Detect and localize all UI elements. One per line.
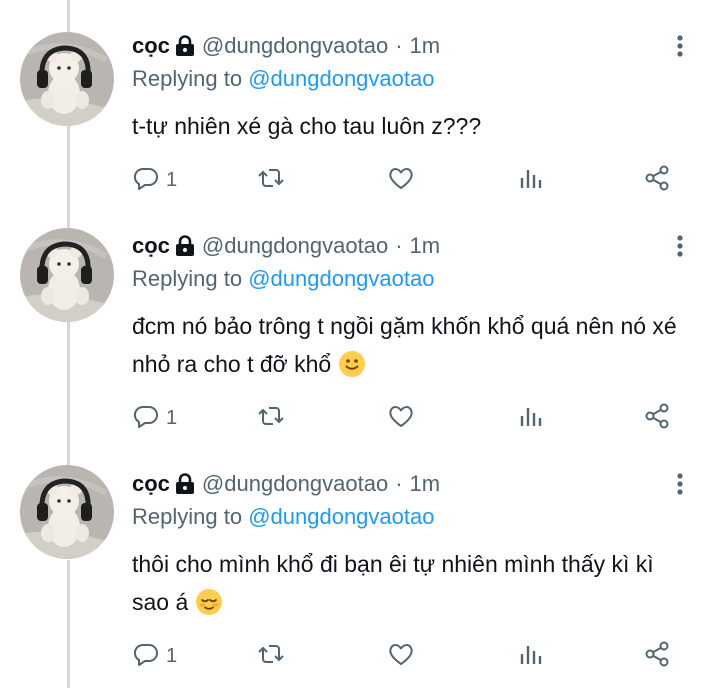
replying-to: Replying to @dungdongvaotao xyxy=(132,504,434,530)
reply-count: 1 xyxy=(166,644,178,667)
display-name[interactable]: cọc xyxy=(132,471,170,497)
retweet-icon xyxy=(257,640,285,673)
separator-dot: · xyxy=(395,471,403,496)
like-button[interactable] xyxy=(387,641,415,671)
retweet-button[interactable] xyxy=(257,641,285,671)
relieved-face-icon xyxy=(195,588,223,616)
tweet-text: thôi cho mình khổ đi bạn êi tự nhiên mìn… xyxy=(132,545,677,621)
lock-icon xyxy=(174,473,196,495)
share-icon xyxy=(643,640,671,673)
avatar[interactable] xyxy=(20,465,114,559)
replying-to-handle[interactable]: @dungdongvaotao xyxy=(248,504,434,529)
timestamp[interactable]: 1m xyxy=(410,471,441,497)
tweet[interactable]: cọc @dungdongvaotao · 1m Replying to @du… xyxy=(0,0,720,688)
analytics-icon xyxy=(517,640,545,673)
share-button[interactable] xyxy=(643,641,671,671)
tweet-header: cọc @dungdongvaotao · 1m xyxy=(132,471,440,497)
reply-button[interactable]: 1 xyxy=(132,641,177,671)
replying-to-label: Replying to xyxy=(132,504,243,529)
reply-icon xyxy=(132,640,160,673)
more-vertical-icon[interactable] xyxy=(670,472,690,496)
heart-icon xyxy=(387,640,415,673)
views-button[interactable] xyxy=(517,641,545,671)
tweet-actions: 1 xyxy=(132,641,692,671)
user-handle[interactable]: @dungdongvaotao xyxy=(202,471,388,497)
